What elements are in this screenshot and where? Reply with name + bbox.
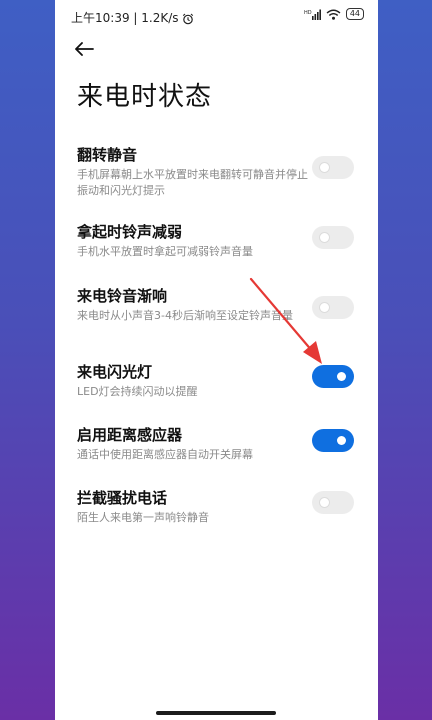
setting-row-flip-mute[interactable]: 翻转静音 手机屏幕朝上水平放置时来电翻转可静音并停止振动和闪光灯提示	[55, 144, 378, 204]
setting-title: 翻转静音	[77, 146, 138, 164]
setting-row-proximity-sensor[interactable]: 启用距离感应器 通话中使用距离感应器自动开关屏幕	[55, 424, 378, 484]
setting-description: 手机水平放置时拿起可减弱铃声音量	[77, 245, 253, 258]
toggle-knob	[337, 372, 346, 381]
status-time-speed: 上午10:39 | 1.2K/s	[71, 9, 194, 26]
proximity-sensor-toggle[interactable]	[312, 429, 354, 452]
setting-title: 来电铃音渐响	[77, 287, 168, 305]
setting-title: 启用距离感应器	[77, 426, 183, 444]
setting-title: 来电闪光灯	[77, 363, 153, 381]
signal-icon: HD	[304, 9, 321, 20]
toggle-knob	[320, 303, 329, 312]
flip-mute-toggle[interactable]	[312, 156, 354, 179]
settings-screen: 上午10:39 | 1.2K/s HD 44 来电时状态 翻转静音 手机屏幕朝上…	[55, 0, 378, 720]
toggle-knob	[337, 436, 346, 445]
setting-description: 手机屏幕朝上水平放置时来电翻转可静音并停止振动和闪光灯提示	[77, 168, 308, 197]
toggle-knob	[320, 163, 329, 172]
page-title: 来电时状态	[77, 82, 213, 112]
setting-title: 拿起时铃声减弱	[77, 223, 183, 241]
setting-row-block-spam-calls[interactable]: 拦截骚扰电话 陌生人来电第一声响铃静音	[55, 487, 378, 547]
setting-description: 通话中使用距离感应器自动开关屏幕	[77, 448, 253, 461]
setting-description: 来电时从小声音3-4秒后渐响至设定铃声音量	[77, 309, 293, 322]
status-icons: HD 44	[304, 8, 364, 20]
setting-description: 陌生人来电第一声响铃静音	[77, 511, 209, 524]
block-spam-calls-toggle[interactable]	[312, 491, 354, 514]
signal-hd-label: HD	[304, 10, 312, 16]
battery-icon: 44	[345, 8, 364, 20]
toggle-knob	[320, 233, 329, 242]
setting-row-pickup-quieter[interactable]: 拿起时铃声减弱 手机水平放置时拿起可减弱铃声音量	[55, 221, 378, 281]
setting-row-flash-alert[interactable]: 来电闪光灯 LED灯会持续闪动以提醒	[55, 361, 378, 421]
back-arrow-icon[interactable]	[69, 36, 99, 62]
setting-description: LED灯会持续闪动以提醒	[77, 385, 198, 398]
wifi-icon	[326, 9, 341, 20]
setting-title: 拦截骚扰电话	[77, 489, 168, 507]
status-time-speed-text: 上午10:39 | 1.2K/s	[71, 11, 179, 25]
toggle-knob	[320, 498, 329, 507]
flash-alert-toggle[interactable]	[312, 365, 354, 388]
pickup-quieter-toggle[interactable]	[312, 226, 354, 249]
setting-row-ringtone-fade-in[interactable]: 来电铃音渐响 来电时从小声音3-4秒后渐响至设定铃声音量	[55, 285, 378, 345]
status-bar: 上午10:39 | 1.2K/s HD 44	[55, 0, 378, 34]
home-indicator	[156, 711, 276, 715]
alarm-clock-icon	[183, 13, 194, 24]
ringtone-fade-in-toggle[interactable]	[312, 296, 354, 319]
